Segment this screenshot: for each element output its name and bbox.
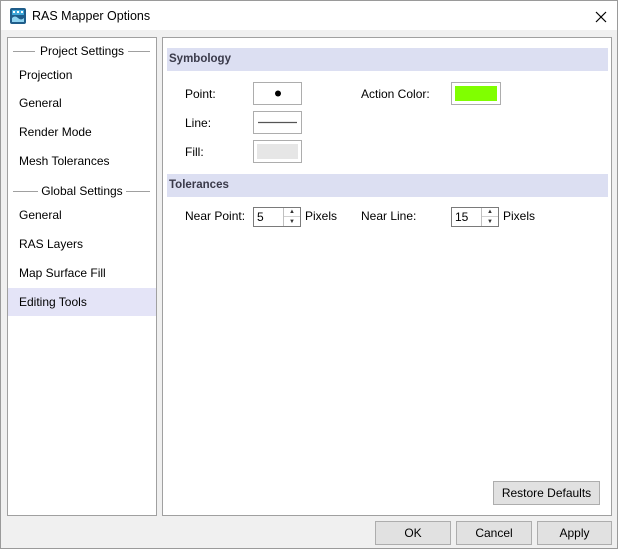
line-symbol-button[interactable] xyxy=(253,111,302,134)
fill-label: Fill: xyxy=(185,145,204,159)
near-line-units: Pixels xyxy=(503,209,536,223)
point-symbol-icon xyxy=(275,90,281,97)
action-color-button[interactable] xyxy=(451,82,501,105)
nav-item-mesh-tolerances[interactable]: Mesh Tolerances xyxy=(8,147,156,175)
near-line-spin-buttons[interactable]: ▲ ▼ xyxy=(481,208,498,226)
tolerances-section-header: Tolerances xyxy=(167,174,608,197)
title-bar: RAS Mapper Options xyxy=(1,1,617,30)
line-label: Line: xyxy=(185,116,212,130)
nav-item-ras-layers[interactable]: RAS Layers xyxy=(8,230,156,258)
action-color-label: Action Color: xyxy=(361,87,430,101)
near-line-value[interactable]: 15 xyxy=(455,210,468,224)
apply-button[interactable]: Apply xyxy=(537,521,612,545)
ok-button[interactable]: OK xyxy=(375,521,451,545)
nav-item-map-surface-fill[interactable]: Map Surface Fill xyxy=(8,259,156,287)
nav-item-projection[interactable]: Projection xyxy=(8,61,156,89)
restore-defaults-button[interactable]: Restore Defaults xyxy=(493,481,600,505)
near-point-units: Pixels xyxy=(305,209,338,223)
project-settings-label: Project Settings xyxy=(36,44,128,58)
ras-mapper-app-icon xyxy=(10,8,26,24)
point-symbol-button[interactable] xyxy=(253,82,302,105)
nav-item-render-mode[interactable]: Render Mode xyxy=(8,118,156,146)
settings-nav-panel: Project Settings Projection General Rend… xyxy=(7,37,157,516)
cancel-button[interactable]: Cancel xyxy=(456,521,532,545)
near-line-spinner[interactable]: 15 ▲ ▼ xyxy=(451,207,499,227)
window-title: RAS Mapper Options xyxy=(32,9,151,23)
fill-symbol-button[interactable] xyxy=(253,140,302,163)
point-label: Point: xyxy=(185,87,216,101)
fill-color-swatch xyxy=(257,144,298,159)
nav-item-editing-tools[interactable]: Editing Tools xyxy=(8,288,156,316)
project-settings-header: Project Settings xyxy=(8,44,156,60)
spin-up-icon[interactable]: ▲ xyxy=(482,208,498,217)
spin-down-icon[interactable]: ▼ xyxy=(482,217,498,226)
near-point-spin-buttons[interactable]: ▲ ▼ xyxy=(283,208,300,226)
near-point-value[interactable]: 5 xyxy=(257,210,264,224)
spin-down-icon[interactable]: ▼ xyxy=(284,217,300,226)
nav-item-global-general[interactable]: General xyxy=(8,201,156,229)
tolerances-header-label: Tolerances xyxy=(169,179,229,191)
near-line-label: Near Line: xyxy=(361,209,417,223)
editing-tools-panel: Symbology Point: Line: Fill: Action Colo… xyxy=(162,37,612,516)
symbology-header-label: Symbology xyxy=(169,53,231,65)
global-settings-header: Global Settings xyxy=(8,184,156,200)
near-point-spinner[interactable]: 5 ▲ ▼ xyxy=(253,207,301,227)
close-icon xyxy=(595,11,607,22)
nav-item-project-general[interactable]: General xyxy=(8,89,156,117)
spin-up-icon[interactable]: ▲ xyxy=(284,208,300,217)
close-button[interactable] xyxy=(583,2,618,31)
global-settings-label: Global Settings xyxy=(38,184,126,198)
action-color-swatch xyxy=(455,86,497,101)
near-point-label: Near Point: xyxy=(185,209,246,223)
symbology-section-header: Symbology xyxy=(167,48,608,71)
line-symbol-icon xyxy=(258,121,297,124)
